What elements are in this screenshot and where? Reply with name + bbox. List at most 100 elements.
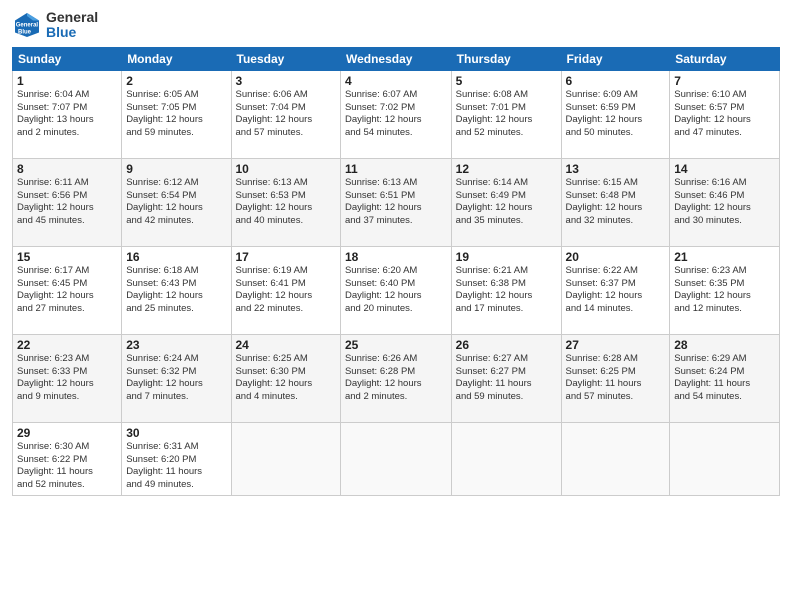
day-info: Sunrise: 6:25 AM Sunset: 6:30 PM Dayligh… [236, 353, 336, 404]
col-friday: Friday [561, 47, 670, 70]
calendar-cell: 24Sunrise: 6:25 AM Sunset: 6:30 PM Dayli… [231, 334, 340, 422]
day-number: 15 [17, 250, 117, 264]
col-monday: Monday [122, 47, 231, 70]
day-info: Sunrise: 6:05 AM Sunset: 7:05 PM Dayligh… [126, 89, 226, 140]
calendar-cell: 16Sunrise: 6:18 AM Sunset: 6:43 PM Dayli… [122, 246, 231, 334]
day-number: 6 [566, 74, 666, 88]
calendar-cell [670, 422, 780, 495]
col-thursday: Thursday [451, 47, 561, 70]
day-info: Sunrise: 6:23 AM Sunset: 6:33 PM Dayligh… [17, 353, 117, 404]
calendar-cell: 15Sunrise: 6:17 AM Sunset: 6:45 PM Dayli… [13, 246, 122, 334]
calendar-cell: 10Sunrise: 6:13 AM Sunset: 6:53 PM Dayli… [231, 158, 340, 246]
calendar-cell: 11Sunrise: 6:13 AM Sunset: 6:51 PM Dayli… [340, 158, 451, 246]
calendar-cell: 6Sunrise: 6:09 AM Sunset: 6:59 PM Daylig… [561, 70, 670, 158]
col-saturday: Saturday [670, 47, 780, 70]
day-info: Sunrise: 6:07 AM Sunset: 7:02 PM Dayligh… [345, 89, 447, 140]
day-number: 7 [674, 74, 775, 88]
day-info: Sunrise: 6:18 AM Sunset: 6:43 PM Dayligh… [126, 265, 226, 316]
day-info: Sunrise: 6:26 AM Sunset: 6:28 PM Dayligh… [345, 353, 447, 404]
calendar-cell [340, 422, 451, 495]
calendar-table: Sunday Monday Tuesday Wednesday Thursday… [12, 47, 780, 496]
calendar-cell: 28Sunrise: 6:29 AM Sunset: 6:24 PM Dayli… [670, 334, 780, 422]
calendar-cell: 20Sunrise: 6:22 AM Sunset: 6:37 PM Dayli… [561, 246, 670, 334]
day-number: 5 [456, 74, 557, 88]
svg-text:General: General [16, 23, 39, 29]
calendar-cell: 29Sunrise: 6:30 AM Sunset: 6:22 PM Dayli… [13, 422, 122, 495]
day-info: Sunrise: 6:09 AM Sunset: 6:59 PM Dayligh… [566, 89, 666, 140]
calendar-cell: 21Sunrise: 6:23 AM Sunset: 6:35 PM Dayli… [670, 246, 780, 334]
day-info: Sunrise: 6:17 AM Sunset: 6:45 PM Dayligh… [17, 265, 117, 316]
day-number: 19 [456, 250, 557, 264]
day-number: 28 [674, 338, 775, 352]
calendar-cell: 2Sunrise: 6:05 AM Sunset: 7:05 PM Daylig… [122, 70, 231, 158]
day-info: Sunrise: 6:27 AM Sunset: 6:27 PM Dayligh… [456, 353, 557, 404]
calendar-cell: 23Sunrise: 6:24 AM Sunset: 6:32 PM Dayli… [122, 334, 231, 422]
day-number: 3 [236, 74, 336, 88]
day-number: 16 [126, 250, 226, 264]
day-number: 25 [345, 338, 447, 352]
day-info: Sunrise: 6:14 AM Sunset: 6:49 PM Dayligh… [456, 177, 557, 228]
day-number: 8 [17, 162, 117, 176]
day-info: Sunrise: 6:22 AM Sunset: 6:37 PM Dayligh… [566, 265, 666, 316]
calendar-cell [231, 422, 340, 495]
calendar-cell: 8Sunrise: 6:11 AM Sunset: 6:56 PM Daylig… [13, 158, 122, 246]
calendar-cell: 25Sunrise: 6:26 AM Sunset: 6:28 PM Dayli… [340, 334, 451, 422]
day-info: Sunrise: 6:23 AM Sunset: 6:35 PM Dayligh… [674, 265, 775, 316]
calendar-cell: 5Sunrise: 6:08 AM Sunset: 7:01 PM Daylig… [451, 70, 561, 158]
day-info: Sunrise: 6:13 AM Sunset: 6:51 PM Dayligh… [345, 177, 447, 228]
day-info: Sunrise: 6:12 AM Sunset: 6:54 PM Dayligh… [126, 177, 226, 228]
day-info: Sunrise: 6:30 AM Sunset: 6:22 PM Dayligh… [17, 441, 117, 492]
calendar-cell: 27Sunrise: 6:28 AM Sunset: 6:25 PM Dayli… [561, 334, 670, 422]
calendar-cell: 30Sunrise: 6:31 AM Sunset: 6:20 PM Dayli… [122, 422, 231, 495]
calendar-header-row: Sunday Monday Tuesday Wednesday Thursday… [13, 47, 780, 70]
day-number: 12 [456, 162, 557, 176]
calendar-cell [561, 422, 670, 495]
logo-text-general: General [46, 10, 98, 25]
calendar-cell: 4Sunrise: 6:07 AM Sunset: 7:02 PM Daylig… [340, 70, 451, 158]
day-number: 10 [236, 162, 336, 176]
day-number: 27 [566, 338, 666, 352]
day-number: 9 [126, 162, 226, 176]
day-info: Sunrise: 6:11 AM Sunset: 6:56 PM Dayligh… [17, 177, 117, 228]
calendar-cell: 9Sunrise: 6:12 AM Sunset: 6:54 PM Daylig… [122, 158, 231, 246]
calendar-cell [451, 422, 561, 495]
day-number: 11 [345, 162, 447, 176]
day-info: Sunrise: 6:16 AM Sunset: 6:46 PM Dayligh… [674, 177, 775, 228]
day-info: Sunrise: 6:08 AM Sunset: 7:01 PM Dayligh… [456, 89, 557, 140]
day-info: Sunrise: 6:21 AM Sunset: 6:38 PM Dayligh… [456, 265, 557, 316]
day-info: Sunrise: 6:19 AM Sunset: 6:41 PM Dayligh… [236, 265, 336, 316]
day-number: 23 [126, 338, 226, 352]
logo: General Blue General Blue [12, 10, 98, 41]
day-number: 17 [236, 250, 336, 264]
logo-icon: General Blue [12, 10, 42, 40]
day-number: 18 [345, 250, 447, 264]
page: General Blue General Blue Sunday Monday … [0, 0, 792, 612]
day-number: 13 [566, 162, 666, 176]
header: General Blue General Blue [12, 10, 780, 41]
day-info: Sunrise: 6:06 AM Sunset: 7:04 PM Dayligh… [236, 89, 336, 140]
day-info: Sunrise: 6:29 AM Sunset: 6:24 PM Dayligh… [674, 353, 775, 404]
calendar-cell: 14Sunrise: 6:16 AM Sunset: 6:46 PM Dayli… [670, 158, 780, 246]
day-number: 2 [126, 74, 226, 88]
day-info: Sunrise: 6:28 AM Sunset: 6:25 PM Dayligh… [566, 353, 666, 404]
col-tuesday: Tuesday [231, 47, 340, 70]
calendar-cell: 19Sunrise: 6:21 AM Sunset: 6:38 PM Dayli… [451, 246, 561, 334]
col-sunday: Sunday [13, 47, 122, 70]
day-number: 21 [674, 250, 775, 264]
day-number: 14 [674, 162, 775, 176]
calendar-cell: 22Sunrise: 6:23 AM Sunset: 6:33 PM Dayli… [13, 334, 122, 422]
day-number: 20 [566, 250, 666, 264]
day-info: Sunrise: 6:15 AM Sunset: 6:48 PM Dayligh… [566, 177, 666, 228]
day-number: 29 [17, 426, 117, 440]
day-info: Sunrise: 6:10 AM Sunset: 6:57 PM Dayligh… [674, 89, 775, 140]
day-number: 30 [126, 426, 226, 440]
day-info: Sunrise: 6:31 AM Sunset: 6:20 PM Dayligh… [126, 441, 226, 492]
col-wednesday: Wednesday [340, 47, 451, 70]
calendar-cell: 1Sunrise: 6:04 AM Sunset: 7:07 PM Daylig… [13, 70, 122, 158]
calendar-cell: 18Sunrise: 6:20 AM Sunset: 6:40 PM Dayli… [340, 246, 451, 334]
calendar-cell: 7Sunrise: 6:10 AM Sunset: 6:57 PM Daylig… [670, 70, 780, 158]
calendar-cell: 17Sunrise: 6:19 AM Sunset: 6:41 PM Dayli… [231, 246, 340, 334]
day-number: 22 [17, 338, 117, 352]
day-number: 1 [17, 74, 117, 88]
day-number: 24 [236, 338, 336, 352]
